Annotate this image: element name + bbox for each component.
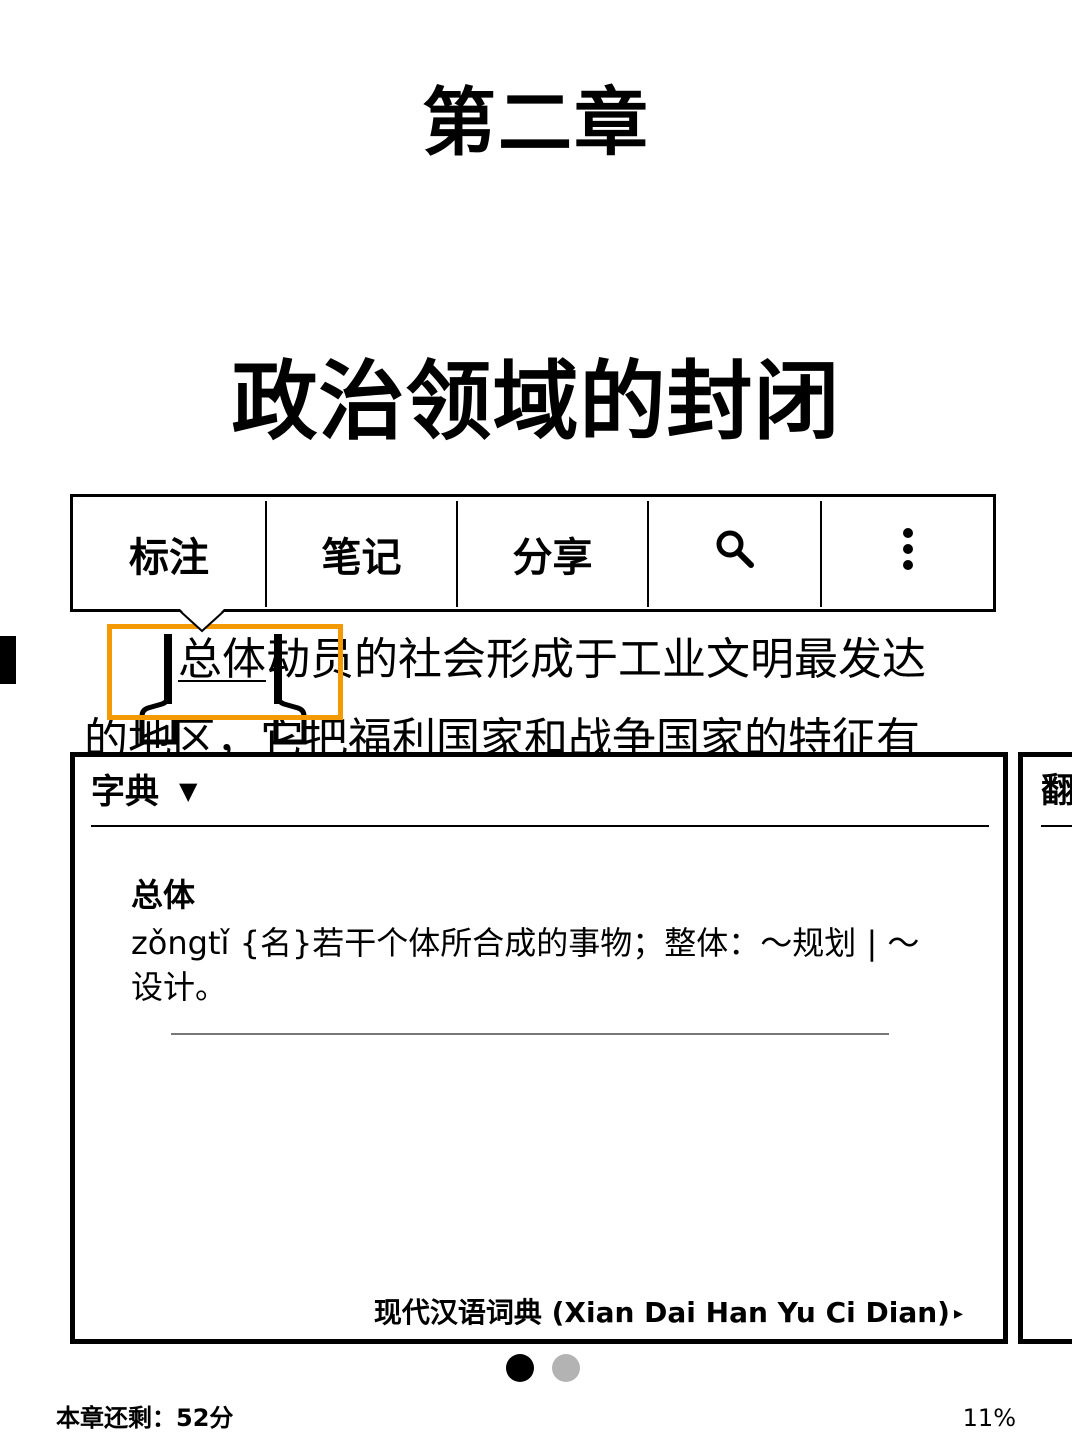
chapter-time-remaining: 本章还剩：52分 — [56, 1404, 234, 1432]
page-dot-inactive[interactable] — [552, 1354, 580, 1382]
page-edge-marker — [0, 636, 16, 684]
dictionary-source-label: 现代汉语词典 (Xian Dai Han Yu Ci Dian) — [373, 1296, 950, 1329]
selection-highlight-box — [107, 624, 343, 720]
share-button[interactable]: 分享 — [456, 501, 647, 607]
arrow-right-icon: ▸ — [953, 1303, 963, 1324]
selection-toolbar: 标注 笔记 分享 — [70, 494, 996, 612]
translation-panel[interactable]: 翻译 — [1018, 752, 1072, 1344]
note-button[interactable]: 笔记 — [265, 501, 456, 607]
dictionary-panel: 字典 ▼ 总体 zǒngtǐ {名}若干个体所合成的事物；整体：～规划 | ～设计… — [70, 752, 1008, 1344]
search-icon — [715, 529, 755, 579]
dictionary-separator — [171, 1033, 889, 1035]
chapter-label: 第二章 — [422, 80, 650, 166]
search-button[interactable] — [647, 501, 820, 607]
more-button[interactable] — [820, 501, 993, 607]
text-rest: 动员的社会形成于工业文明最发达 — [266, 634, 926, 685]
dictionary-header-label: 字典 — [91, 772, 159, 812]
more-vertical-icon — [901, 527, 915, 581]
dictionary-headword: 总体 — [131, 876, 196, 914]
translation-panel-title: 翻译 — [1041, 771, 1072, 811]
dictionary-selector[interactable]: 字典 ▼ — [91, 771, 197, 812]
page-dot-active[interactable] — [506, 1354, 534, 1382]
translation-header-rule — [1041, 825, 1072, 827]
dictionary-definition: zǒngtǐ {名}若干个体所合成的事物；整体：～规划 | ～设计。 — [131, 924, 920, 1006]
dictionary-source-link[interactable]: 现代汉语词典 (Xian Dai Han Yu Ci Dian) ▸ — [374, 1295, 963, 1332]
reading-progress: 11% — [962, 1404, 1016, 1432]
dropdown-caret-icon: ▼ — [179, 777, 198, 805]
dictionary-header-rule — [91, 825, 989, 827]
highlight-button[interactable]: 标注 — [73, 501, 265, 607]
chapter-title: 政治领域的封闭 — [231, 351, 841, 452]
